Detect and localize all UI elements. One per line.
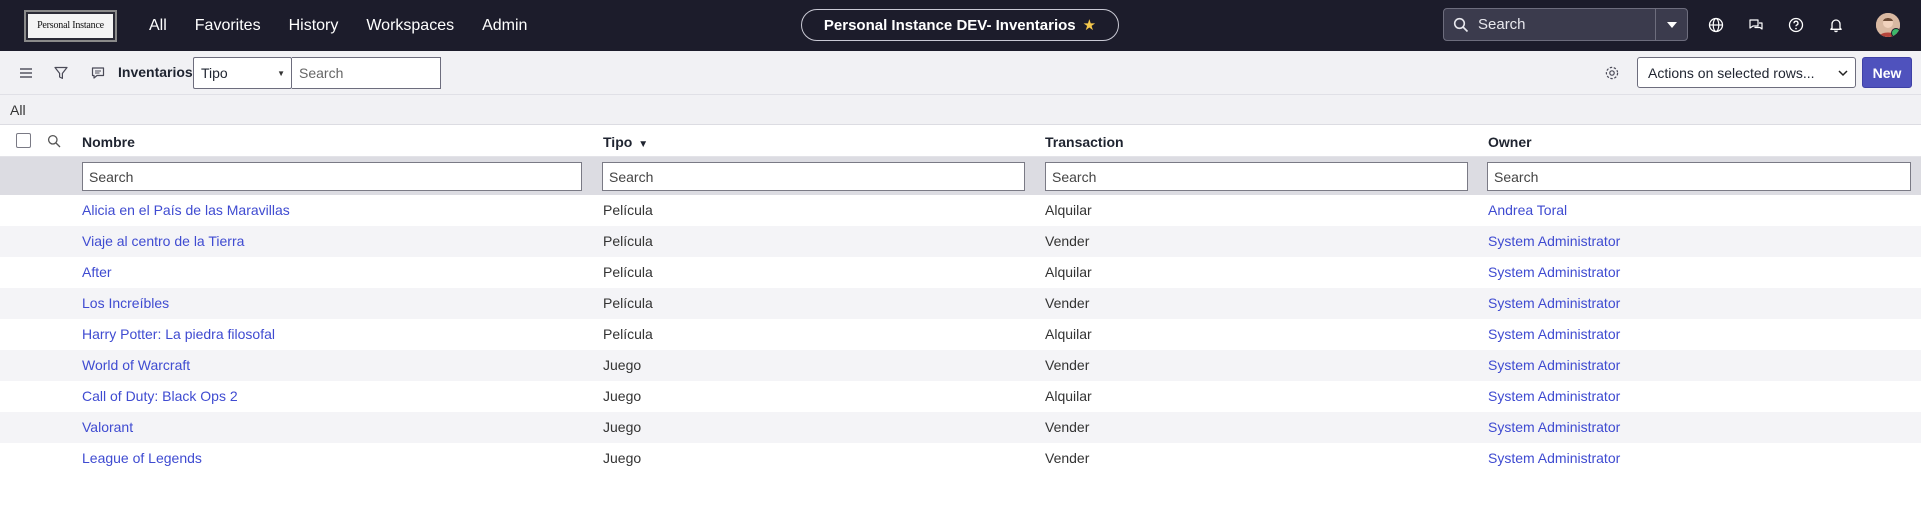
search-field-value: Tipo	[201, 65, 228, 81]
select-all-checkbox[interactable]	[16, 133, 31, 148]
table-row: Valorant Juego Vender System Administrat…	[0, 412, 1921, 443]
owner-link[interactable]: Andrea Toral	[1488, 202, 1567, 218]
nombre-link[interactable]: Alicia en el País de las Maravillas	[82, 202, 290, 218]
search-scope-dropdown[interactable]	[1655, 9, 1687, 40]
transaction-cell: Vender	[1045, 357, 1090, 373]
instance-title-pill[interactable]: Personal Instance DEV- Inventarios ★	[801, 9, 1119, 41]
user-avatar[interactable]	[1876, 13, 1900, 37]
table-row: League of Legends Juego Vender System Ad…	[0, 443, 1921, 474]
actions-on-selected-rows-select[interactable]: Actions on selected rows...	[1637, 57, 1856, 88]
owner-link[interactable]: System Administrator	[1488, 295, 1620, 311]
transaction-cell: Vender	[1045, 233, 1090, 249]
menu-history[interactable]: History	[275, 17, 353, 35]
online-status-indicator	[1891, 28, 1900, 37]
tipo-cell: Juego	[603, 450, 642, 466]
table-row: World of Warcraft Juego Vender System Ad…	[0, 350, 1921, 381]
comment-icon[interactable]	[89, 64, 107, 82]
global-search-input[interactable]: Search	[1478, 16, 1655, 33]
transaction-cell: Vender	[1045, 450, 1090, 466]
tipo-cell: Película	[603, 295, 653, 311]
table-row: Los Increíbles Película Vender System Ad…	[0, 288, 1921, 319]
tipo-column-search[interactable]: Search	[602, 162, 1025, 191]
search-field-select[interactable]: Tipo ▼	[193, 57, 292, 89]
tipo-cell: Película	[603, 233, 653, 249]
list-title: Inventarios	[118, 64, 193, 80]
owner-link[interactable]: System Administrator	[1488, 233, 1620, 249]
nombre-link[interactable]: Harry Potter: La piedra filosofal	[82, 326, 275, 342]
transaction-column-search[interactable]: Search	[1045, 162, 1468, 191]
tipo-cell: Juego	[603, 419, 642, 435]
hamburger-menu-icon[interactable]	[17, 64, 35, 82]
table-row: Harry Potter: La piedra filosofal Pelícu…	[0, 319, 1921, 350]
tipo-cell: Juego	[603, 388, 642, 404]
transaction-cell: Alquilar	[1045, 264, 1092, 280]
column-header-nombre[interactable]: Nombre	[82, 134, 135, 150]
table-header: Nombre Tipo ▼ Transaction Owner	[0, 125, 1921, 157]
nombre-link[interactable]: Valorant	[82, 419, 133, 435]
column-search-toggle-icon[interactable]	[47, 134, 61, 148]
caret-down-icon: ▼	[277, 68, 285, 78]
filter-icon[interactable]	[52, 64, 70, 82]
chat-icon[interactable]	[1744, 13, 1768, 37]
table-row: After Película Alquilar System Administr…	[0, 257, 1921, 288]
owner-link[interactable]: System Administrator	[1488, 357, 1620, 373]
instance-logo[interactable]: Personal Instance	[24, 9, 117, 42]
transaction-cell: Vender	[1045, 419, 1090, 435]
column-header-tipo[interactable]: Tipo ▼	[603, 134, 648, 150]
table-row: Call of Duty: Black Ops 2 Juego Alquilar…	[0, 381, 1921, 412]
owner-link[interactable]: System Administrator	[1488, 326, 1620, 342]
top-navigation: Personal Instance All Favorites History …	[0, 0, 1921, 51]
menu-admin[interactable]: Admin	[468, 17, 541, 35]
transaction-cell: Alquilar	[1045, 326, 1092, 342]
nombre-link[interactable]: Los Increíbles	[82, 295, 169, 311]
tipo-cell: Juego	[603, 357, 642, 373]
nombre-link[interactable]: World of Warcraft	[82, 357, 190, 373]
tipo-cell: Película	[603, 202, 653, 218]
owner-column-search[interactable]: Search	[1487, 162, 1911, 191]
tipo-cell: Película	[603, 264, 653, 280]
sort-descending-icon: ▼	[638, 139, 649, 150]
nombre-column-search[interactable]: Search	[82, 162, 582, 191]
nombre-link[interactable]: Call of Duty: Black Ops 2	[82, 388, 238, 404]
transaction-cell: Alquilar	[1045, 388, 1092, 404]
instance-title: Personal Instance DEV- Inventarios	[823, 16, 1076, 34]
table-row: Alicia en el País de las Maravillas Pelí…	[0, 195, 1921, 226]
nombre-link[interactable]: Viaje al centro de la Tierra	[82, 233, 244, 249]
transaction-cell: Alquilar	[1045, 202, 1092, 218]
chevron-down-icon	[1838, 70, 1848, 77]
list-settings-gear-icon[interactable]	[1603, 64, 1621, 82]
search-icon	[1453, 17, 1469, 32]
logo-text: Personal Instance	[28, 13, 113, 38]
menu-favorites[interactable]: Favorites	[181, 17, 275, 35]
table-body: Alicia en el País de las Maravillas Pelí…	[0, 195, 1921, 474]
actions-select-label: Actions on selected rows...	[1648, 64, 1815, 81]
table-row: Viaje al centro de la Tierra Película Ve…	[0, 226, 1921, 257]
new-button[interactable]: New	[1862, 57, 1912, 88]
column-header-tipo-label: Tipo	[603, 134, 633, 150]
nombre-link[interactable]: League of Legends	[82, 450, 202, 466]
owner-link[interactable]: System Administrator	[1488, 419, 1620, 435]
globe-icon[interactable]	[1704, 13, 1728, 37]
chevron-down-icon	[1666, 21, 1677, 28]
global-search[interactable]: Search	[1443, 8, 1688, 41]
breadcrumb: All	[0, 95, 1921, 125]
tipo-cell: Película	[603, 326, 653, 342]
nav-icon-group	[1704, 13, 1848, 37]
help-icon[interactable]	[1784, 13, 1808, 37]
column-search-row: Search Search Search Search	[0, 157, 1921, 195]
menu-all[interactable]: All	[135, 17, 181, 35]
menu-workspaces[interactable]: Workspaces	[352, 17, 468, 35]
favorite-star-icon[interactable]: ★	[1083, 16, 1096, 34]
owner-link[interactable]: System Administrator	[1488, 450, 1620, 466]
transaction-cell: Vender	[1045, 295, 1090, 311]
bell-icon[interactable]	[1824, 13, 1848, 37]
breadcrumb-all[interactable]: All	[10, 102, 26, 118]
list-search-input[interactable]: Search	[292, 57, 441, 89]
main-menu: All Favorites History Workspaces Admin	[135, 17, 541, 35]
nombre-link[interactable]: After	[82, 264, 112, 280]
owner-link[interactable]: System Administrator	[1488, 388, 1620, 404]
column-header-owner[interactable]: Owner	[1488, 134, 1532, 150]
owner-link[interactable]: System Administrator	[1488, 264, 1620, 280]
column-header-transaction[interactable]: Transaction	[1045, 134, 1124, 150]
